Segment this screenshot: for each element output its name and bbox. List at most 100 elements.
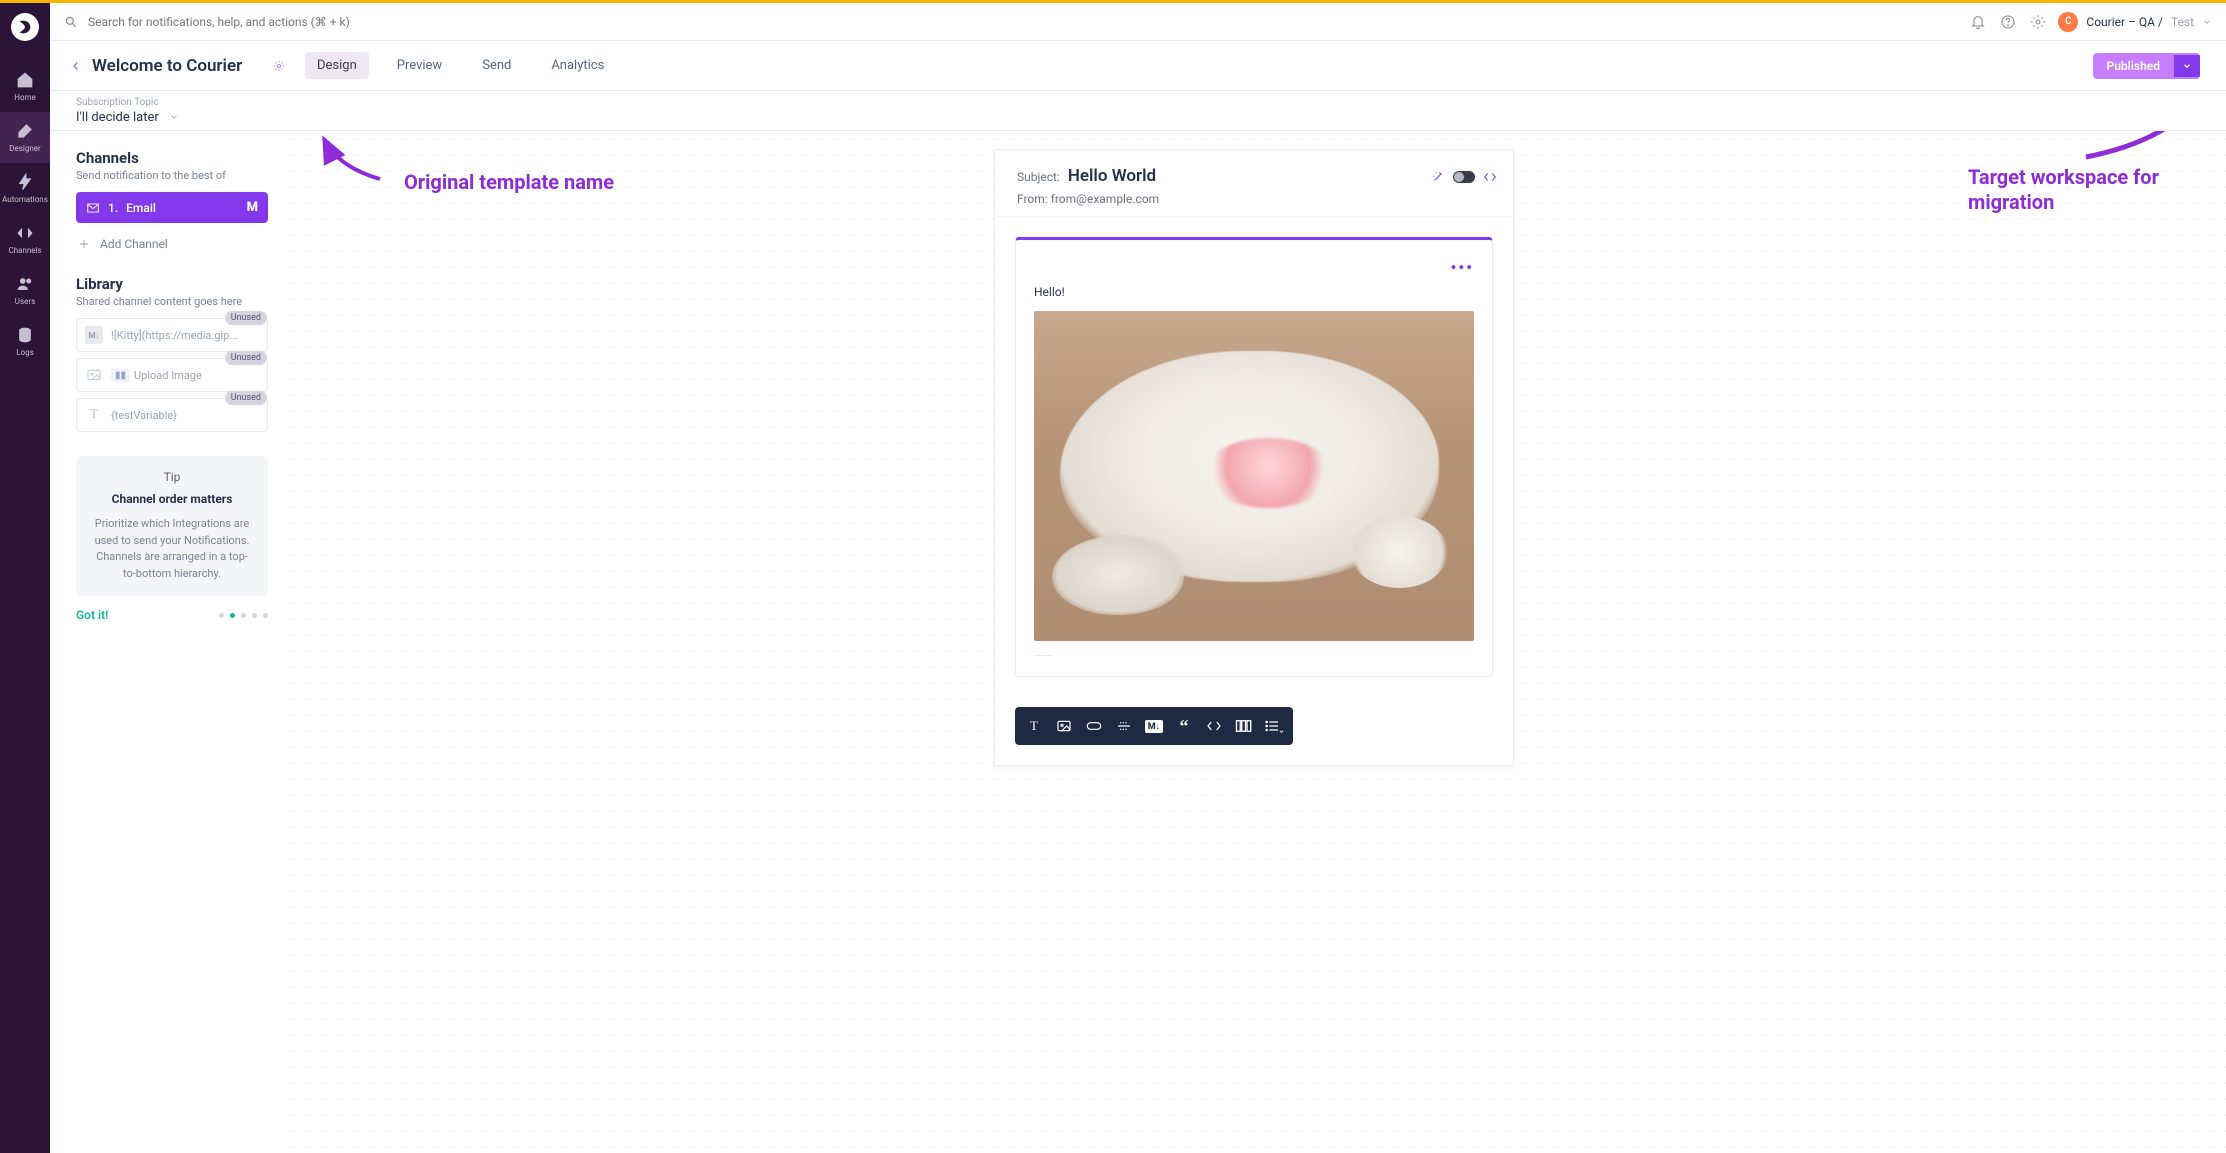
- nav-users-label: Users: [15, 297, 35, 306]
- workspace-sub: Test: [2171, 15, 2194, 29]
- publish-button[interactable]: Published: [2093, 53, 2200, 79]
- tip-body: Prioritize which Integrations are used t…: [90, 516, 254, 582]
- add-channel-label: Add Channel: [100, 237, 168, 251]
- template-title: Welcome to Courier: [92, 56, 242, 76]
- email-content-card[interactable]: ••• Hello!: [1015, 237, 1493, 677]
- channel-email[interactable]: 1. Email M: [76, 192, 268, 223]
- back-icon[interactable]: [70, 60, 82, 72]
- library-item-variable[interactable]: Unused T {testVariable}: [76, 398, 268, 432]
- arrow-icon: [2078, 131, 2208, 161]
- tab-send[interactable]: Send: [470, 52, 523, 79]
- content-image[interactable]: [1034, 311, 1474, 641]
- unused-badge: Unused: [225, 351, 267, 365]
- nav-logs[interactable]: Logs: [0, 316, 50, 367]
- tool-divider[interactable]: [1111, 713, 1137, 739]
- nav-designer-label: Designer: [9, 144, 40, 153]
- provider-badge: M: [247, 200, 258, 215]
- annotation-text: Original template name: [404, 170, 614, 194]
- channels-title: Channels: [76, 149, 268, 167]
- brand-logo[interactable]: [11, 13, 39, 41]
- selection-chip: ▮▮: [111, 369, 130, 382]
- hello-text[interactable]: Hello!: [1034, 285, 1474, 299]
- nav-channels-label: Channels: [8, 246, 41, 255]
- search-input[interactable]: [88, 15, 1958, 29]
- side-nav: Home Designer Automations Channels Users…: [0, 3, 50, 1153]
- divider: [1034, 655, 1052, 656]
- tip-title: Channel order matters: [90, 492, 254, 506]
- gear-icon[interactable]: [273, 60, 285, 72]
- image-icon: [85, 366, 103, 384]
- publish-label: Published: [2093, 53, 2174, 79]
- nav-automations[interactable]: Automations: [0, 163, 50, 214]
- nav-logs-label: Logs: [16, 348, 34, 357]
- left-panel: Channels Send notification to the best o…: [50, 131, 282, 1153]
- library-subtitle: Shared channel content goes here: [76, 295, 268, 308]
- tab-design[interactable]: Design: [305, 52, 369, 79]
- publish-caret[interactable]: [2174, 55, 2200, 77]
- tool-markdown[interactable]: M↓: [1141, 713, 1167, 739]
- dark-toggle[interactable]: [1453, 171, 1475, 183]
- chevron-down-icon: [2202, 17, 2212, 27]
- more-icon[interactable]: •••: [1034, 258, 1474, 277]
- nav-channels[interactable]: Channels: [0, 214, 50, 265]
- top-bar: C Courier – QA / Test: [50, 3, 2226, 41]
- nav-home[interactable]: Home: [0, 61, 50, 112]
- search-icon: [64, 15, 78, 29]
- workspace-avatar: C: [2058, 12, 2078, 32]
- unused-badge: Unused: [225, 311, 267, 325]
- arrow-icon: [320, 135, 400, 189]
- tool-image[interactable]: [1051, 713, 1077, 739]
- library-item-image[interactable]: Unused ▮▮ Upload Image: [76, 358, 268, 392]
- pager-dot[interactable]: [230, 613, 235, 618]
- tool-quote[interactable]: “: [1171, 713, 1197, 739]
- tool-columns[interactable]: [1231, 713, 1257, 739]
- add-channel[interactable]: Add Channel: [76, 233, 268, 255]
- workspace-main: Courier – QA /: [2086, 15, 2163, 29]
- got-it[interactable]: Got it!: [76, 608, 108, 622]
- plus-icon: [78, 238, 90, 250]
- chevron-down-icon: [2182, 61, 2192, 71]
- nav-users[interactable]: Users: [0, 265, 50, 316]
- chevron-down-icon: [169, 112, 179, 122]
- subject-label: Subject:: [1017, 170, 1060, 184]
- pager-dot[interactable]: [241, 613, 246, 618]
- unused-badge: Unused: [225, 391, 267, 405]
- tool-button[interactable]: [1081, 713, 1107, 739]
- header-tabs: Design Preview Send Analytics: [305, 52, 616, 79]
- library-title: Library: [76, 275, 268, 293]
- nav-designer[interactable]: Designer: [0, 112, 50, 163]
- library-item-text: {testVariable}: [111, 409, 177, 422]
- subscription-topic[interactable]: Subscription Topic I'll decide later: [76, 97, 179, 125]
- tab-analytics[interactable]: Analytics: [539, 52, 616, 79]
- tab-preview[interactable]: Preview: [385, 52, 454, 79]
- subject-value[interactable]: Hello World: [1068, 166, 1156, 186]
- channel-label: Email: [126, 201, 156, 215]
- workspace-switcher[interactable]: C Courier – QA / Test: [2058, 12, 2212, 32]
- tip-pager: Got it!: [76, 608, 268, 622]
- bell-icon[interactable]: [1970, 14, 1986, 30]
- envelope-icon: [86, 201, 100, 215]
- library-item-text: Upload Image: [134, 369, 202, 382]
- nav-home-label: Home: [14, 93, 36, 102]
- from-value[interactable]: from@example.com: [1051, 192, 1159, 206]
- wand-icon[interactable]: [1431, 170, 1445, 184]
- tool-list[interactable]: [1261, 713, 1287, 739]
- tool-text[interactable]: T: [1021, 713, 1047, 739]
- markdown-icon: M↓: [85, 326, 103, 344]
- channel-number: 1.: [108, 201, 118, 215]
- library-item-markdown[interactable]: Unused M↓ ![Kitty](https://media.gip...: [76, 318, 268, 352]
- pager-dot[interactable]: [219, 613, 224, 618]
- code-icon[interactable]: [1483, 170, 1497, 184]
- pager-dot[interactable]: [252, 613, 257, 618]
- help-icon[interactable]: [2000, 14, 2016, 30]
- designer-canvas[interactable]: Original template name Target workspace …: [282, 131, 2226, 1153]
- annotation-text: Target workspace for migration: [1968, 165, 2208, 215]
- settings-icon[interactable]: [2030, 14, 2046, 30]
- tip-card: Tip Channel order matters Prioritize whi…: [76, 456, 268, 596]
- text-icon: T: [85, 406, 103, 424]
- search-box[interactable]: [64, 15, 1958, 29]
- pager-dot[interactable]: [263, 613, 268, 618]
- page-header: Welcome to Courier Design Preview Send A…: [50, 41, 2226, 91]
- tool-code[interactable]: [1201, 713, 1227, 739]
- sub-header: Subscription Topic I'll decide later: [50, 91, 2226, 131]
